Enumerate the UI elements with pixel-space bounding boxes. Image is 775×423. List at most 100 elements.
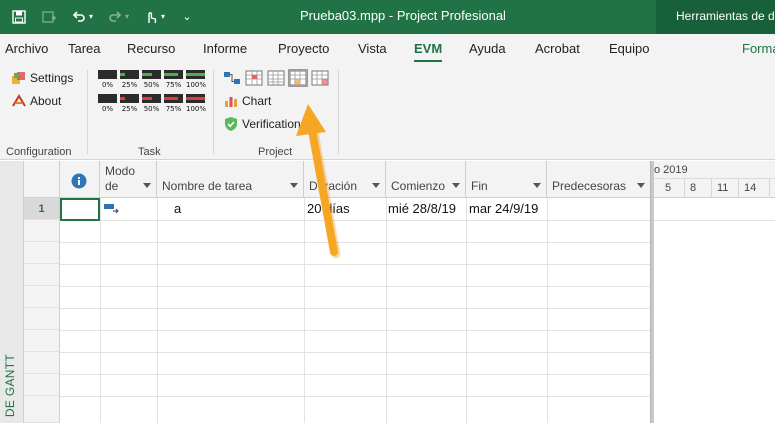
chevron-down-icon[interactable]	[452, 183, 460, 188]
task-75-red-button[interactable]: 75%	[164, 94, 183, 116]
chevron-down-icon[interactable]	[533, 183, 541, 188]
grid-line	[386, 198, 387, 423]
timescale-day: 5	[665, 182, 672, 194]
tab-recurso[interactable]: Recurso	[127, 34, 175, 64]
start-header-label: Comienzo	[391, 179, 446, 193]
task-start-cell[interactable]: mié 28/8/19	[388, 198, 464, 220]
settings-label: Settings	[30, 71, 74, 85]
finish-header-label: Fin	[471, 179, 488, 193]
column-header-name[interactable]: Nombre de tarea	[157, 161, 304, 198]
task-0-red-button[interactable]: 0%	[98, 94, 117, 116]
group-label-task: Task	[138, 146, 161, 158]
auto-schedule-icon	[104, 204, 119, 214]
network-diagram-icon[interactable]	[223, 70, 241, 86]
tab-archivo[interactable]: Archivo	[5, 34, 48, 64]
table-selected-icon[interactable]	[288, 69, 308, 87]
name-header-label: Nombre de tarea	[162, 179, 253, 193]
column-header-mode[interactable]: Modo de	[100, 161, 157, 198]
tab-acrobat[interactable]: Acrobat	[535, 34, 580, 64]
group-separator	[213, 70, 214, 154]
chevron-down-icon[interactable]	[372, 183, 380, 188]
tab-evm[interactable]: EVM	[414, 34, 443, 64]
customize-qat-icon[interactable]: ⌄	[176, 6, 198, 28]
grid-line	[466, 198, 467, 423]
undo-dropdown-icon[interactable]: ▾	[86, 6, 96, 28]
settings-icon	[11, 70, 27, 86]
task-50-green-button[interactable]: 50%	[142, 70, 161, 92]
task-0-green-button[interactable]: 0%	[98, 70, 117, 92]
ribbon-tabs: Archivo Tarea Recurso Informe Proyecto V…	[0, 34, 775, 64]
mode-header-line2: de	[105, 179, 119, 193]
predecessors-header-label: Predecesoras	[552, 179, 627, 193]
mode-header-line1: Modo	[105, 164, 136, 178]
grid-line	[60, 330, 651, 331]
task-predecessors-cell[interactable]	[550, 198, 648, 220]
timescale-top-tier: o 2019	[654, 161, 775, 179]
table-grid-icon[interactable]	[267, 70, 285, 86]
about-button[interactable]: About	[11, 93, 61, 109]
touch-dropdown-icon[interactable]: ▾	[158, 6, 168, 28]
bar-chart-icon	[223, 93, 239, 109]
grid-line	[547, 198, 548, 423]
task-25-green-button[interactable]: 25%	[120, 70, 139, 92]
column-header-info[interactable]	[60, 161, 100, 198]
view-name-label: DE GANTT	[3, 353, 17, 417]
column-header-start[interactable]: Comienzo	[386, 161, 466, 198]
title-bar: ▾ ▾ ▾ ⌄ Prueba03.mpp - Project Profesion…	[0, 0, 775, 34]
row-header[interactable]	[24, 330, 60, 352]
context-tools-label[interactable]: Herramientas de di	[656, 0, 775, 34]
tab-equipo[interactable]: Equipo	[609, 34, 649, 64]
task-finish-cell[interactable]: mar 24/9/19	[469, 198, 545, 220]
quick-access-toolbar: ▾ ▾ ▾ ⌄	[0, 0, 198, 34]
new-icon[interactable]	[38, 6, 60, 28]
settings-button[interactable]: Settings	[11, 70, 73, 86]
timescale-day: 11	[711, 179, 728, 198]
chevron-down-icon[interactable]	[143, 183, 151, 188]
grid-line	[60, 286, 651, 287]
row-header[interactable]	[24, 264, 60, 286]
table-report-icon[interactable]	[311, 70, 329, 86]
info-icon	[71, 173, 87, 189]
tab-tarea[interactable]: Tarea	[68, 34, 101, 64]
task-50-red-button[interactable]: 50%	[142, 94, 161, 116]
row-header[interactable]	[24, 308, 60, 330]
redo-dropdown-icon[interactable]: ▾	[122, 6, 132, 28]
annotation-arrow	[296, 104, 341, 259]
tab-informe[interactable]: Informe	[203, 34, 247, 64]
chart-button[interactable]: Chart	[223, 93, 271, 109]
task-name-cell[interactable]: a	[174, 198, 299, 220]
grid-line	[60, 352, 651, 353]
grid-line	[60, 374, 651, 375]
row-header[interactable]	[24, 220, 60, 242]
tab-formato[interactable]: Forma	[742, 34, 775, 64]
table-red-icon[interactable]	[245, 70, 263, 86]
timescale-bottom-tier: 5 8 11 14	[654, 179, 775, 198]
save-icon[interactable]	[8, 6, 30, 28]
task-25-red-button[interactable]: 25%	[120, 94, 139, 116]
grid-line	[60, 308, 651, 309]
select-all-corner[interactable]	[24, 161, 60, 198]
task-100-red-button[interactable]: 100%	[186, 94, 206, 116]
row-header[interactable]	[24, 374, 60, 396]
group-label-project: Project	[258, 146, 293, 158]
row-header[interactable]	[24, 286, 60, 308]
tab-proyecto[interactable]: Proyecto	[278, 34, 329, 64]
tab-ayuda[interactable]: Ayuda	[469, 34, 506, 64]
row-header[interactable]	[24, 396, 60, 423]
task-75-green-button[interactable]: 75%	[164, 70, 183, 92]
tab-vista[interactable]: Vista	[358, 34, 387, 64]
view-side-bar: DE GANTT	[0, 161, 24, 423]
row-header[interactable]: 1	[24, 198, 60, 220]
timescale-day: 14	[738, 179, 756, 198]
row-header[interactable]	[24, 242, 60, 264]
window-title: Prueba03.mpp - Project Profesional	[300, 8, 506, 23]
grid-line	[100, 198, 101, 423]
task-100-green-button[interactable]: 100%	[186, 70, 206, 92]
chevron-down-icon[interactable]	[637, 183, 645, 188]
column-header-finish[interactable]: Fin	[466, 161, 547, 198]
selected-cell-info[interactable]	[60, 198, 100, 221]
task-mode-cell[interactable]	[104, 198, 154, 220]
row-header[interactable]	[24, 352, 60, 374]
chart-label: Chart	[242, 94, 272, 108]
column-header-predecessors[interactable]: Predecesoras	[547, 161, 651, 198]
